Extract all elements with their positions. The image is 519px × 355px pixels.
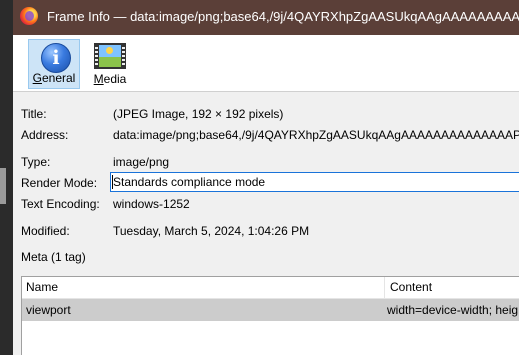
- meta-table[interactable]: Name Content viewport width=device-width…: [21, 276, 519, 355]
- meta-heading: Meta (1 tag): [21, 250, 86, 264]
- tab-media-label: Media: [93, 72, 127, 86]
- tab-general-label: General: [32, 71, 76, 85]
- address-row: Address: data:image/png;base64,/9j/4QAYR…: [21, 126, 519, 144]
- meta-table-header: Name Content: [22, 277, 519, 299]
- title-bar[interactable]: Frame Info — data:image/png;base64,/9j/4…: [13, 0, 519, 35]
- type-value[interactable]: image/png: [113, 153, 519, 171]
- encoding-label: Text Encoding:: [21, 197, 100, 211]
- modified-label: Modified:: [21, 224, 70, 238]
- render-mode-value: Standards compliance mode: [113, 175, 266, 189]
- modified-value[interactable]: Tuesday, March 5, 2024, 1:04:26 PM: [113, 222, 519, 240]
- title-label: Title:: [21, 107, 47, 121]
- title-value[interactable]: (JPEG Image, 192 × 192 pixels): [113, 105, 519, 123]
- column-header-content[interactable]: Content: [390, 280, 432, 294]
- firefox-icon: [20, 7, 38, 25]
- background-window-edge: [0, 0, 13, 355]
- render-mode-field[interactable]: Standards compliance mode: [110, 172, 519, 192]
- media-icon: [94, 43, 126, 69]
- type-row: Type: image/png: [21, 153, 519, 171]
- meta-content-cell: width=device-width; heig: [387, 303, 519, 317]
- encoding-value[interactable]: windows-1252: [113, 195, 519, 213]
- frame-info-window: Frame Info — data:image/png;base64,/9j/4…: [13, 0, 519, 355]
- tab-general[interactable]: i General: [28, 39, 80, 89]
- table-row[interactable]: viewport width=device-width; heig: [22, 299, 519, 321]
- address-label: Address:: [21, 128, 69, 142]
- title-row: Title: (JPEG Image, 192 × 192 pixels): [21, 105, 519, 123]
- background-window-mark: [0, 168, 6, 204]
- modified-row: Modified: Tuesday, March 5, 2024, 1:04:2…: [21, 222, 519, 240]
- column-divider[interactable]: [384, 277, 385, 298]
- tab-media[interactable]: Media: [84, 39, 136, 89]
- render-mode-label: Render Mode:: [21, 176, 98, 190]
- encoding-row: Text Encoding: windows-1252: [21, 195, 519, 213]
- meta-name-cell: viewport: [26, 303, 71, 317]
- address-value[interactable]: data:image/png;base64,/9j/4QAYRXhpZgAASU…: [113, 126, 519, 144]
- info-icon: i: [41, 43, 71, 73]
- type-label: Type:: [21, 155, 51, 169]
- toolbar-divider: [13, 91, 519, 92]
- window-title: Frame Info — data:image/png;base64,/9j/4…: [47, 9, 519, 24]
- tab-toolbar: i General Media: [13, 35, 519, 91]
- column-header-name[interactable]: Name: [26, 280, 58, 294]
